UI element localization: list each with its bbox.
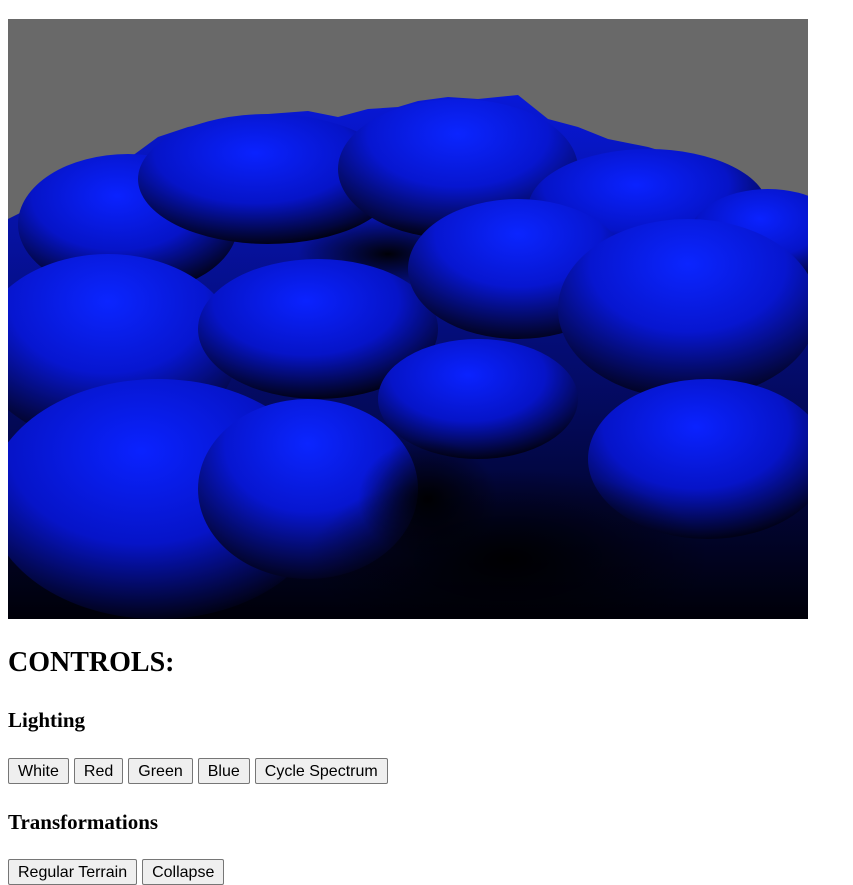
lighting-heading: Lighting [8, 708, 86, 732]
transformations-heading: Transformations [8, 810, 159, 834]
controls-title: CONTROLS: [8, 647, 175, 678]
cycle-spectrum-button[interactable]: Cycle Spectrum [254, 758, 388, 784]
lighting-button-row: White Red Green Blue Cycle Spectrum [8, 758, 388, 784]
red-light-button[interactable]: Red [73, 758, 124, 784]
terrain-render [8, 19, 808, 619]
terrain-canvas[interactable] [8, 19, 808, 619]
regular-terrain-button[interactable]: Regular Terrain [8, 859, 138, 885]
green-light-button[interactable]: Green [128, 758, 193, 784]
terrain-hill [378, 339, 578, 459]
blue-light-button[interactable]: Blue [197, 758, 250, 784]
terrain-hill [558, 219, 808, 399]
collapse-button[interactable]: Collapse [142, 859, 225, 885]
terrain-foreground-shadow [358, 439, 498, 559]
white-light-button[interactable]: White [8, 758, 69, 784]
transformations-button-row: Regular Terrain Collapse [8, 859, 225, 885]
